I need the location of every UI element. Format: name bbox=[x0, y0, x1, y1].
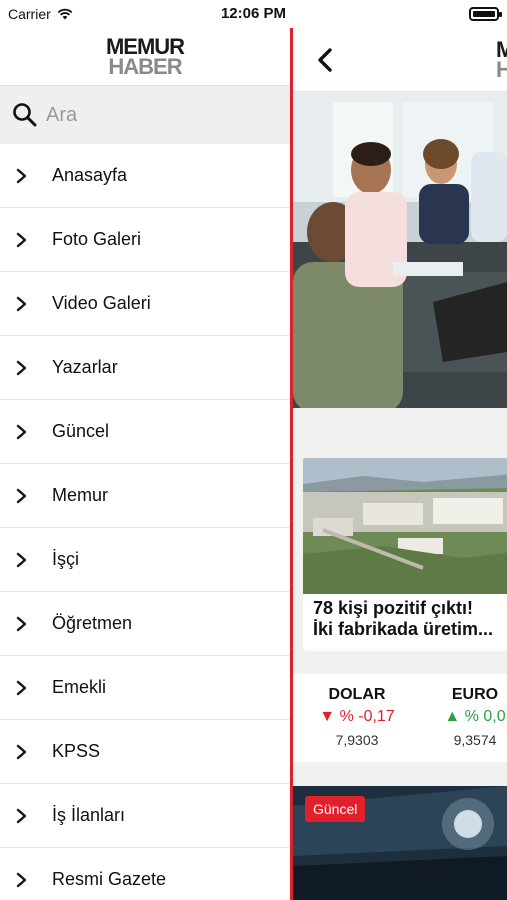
menu-item-yazarlar[interactable]: Yazarlar bbox=[0, 336, 290, 400]
search-bar bbox=[0, 86, 290, 144]
logo-line2: HABER bbox=[108, 53, 182, 79]
currency-name: DOLAR bbox=[328, 686, 386, 703]
menu-item-label: Video Galeri bbox=[52, 293, 151, 313]
memur-haber-logo[interactable]: MEMUR HABER bbox=[106, 35, 185, 79]
search-input[interactable] bbox=[46, 103, 266, 127]
headline-photo bbox=[293, 92, 507, 408]
chevron-right-icon bbox=[16, 360, 27, 375]
news-title-line1: 78 kişi pozitif çıktı! bbox=[313, 598, 474, 618]
main-logo[interactable]: MEMUR HABER bbox=[496, 39, 507, 82]
menu-item-label: Yazarlar bbox=[52, 357, 118, 377]
side-drawer: MEMUR HABER Anasayfa Foto Galeri Video G… bbox=[0, 28, 290, 900]
status-bar: Carrier 12:06 PM bbox=[0, 0, 507, 28]
currency-name: EURO bbox=[451, 686, 499, 703]
chevron-right-icon bbox=[16, 168, 27, 183]
search-icon bbox=[13, 103, 37, 127]
menu-item-label: Memur bbox=[52, 485, 109, 505]
main-content[interactable]: MEMUR HABER bbox=[293, 28, 507, 900]
menu-item-foto-galeri[interactable]: Foto Galeri bbox=[0, 208, 290, 272]
headline-slider[interactable] bbox=[293, 92, 507, 408]
menu-item-label: KPSS bbox=[52, 741, 101, 761]
chevron-right-icon bbox=[16, 616, 27, 631]
menu-item-memur[interactable]: Memur bbox=[0, 464, 290, 528]
currency-value: 7,9303 bbox=[335, 732, 379, 748]
menu-item-kpss[interactable]: KPSS bbox=[0, 720, 290, 784]
currency-value: 9,3574 bbox=[453, 732, 497, 748]
currency-euro: EURO ▲ % 0,0 9,3574 bbox=[415, 686, 507, 748]
currency-ticker[interactable]: DOLAR ▼ % -0,17 7,9303 EURO ▲ % 0,0 9,35… bbox=[293, 674, 507, 762]
menu-item-resmi-gazete[interactable]: Resmi Gazete bbox=[0, 848, 290, 900]
currency-change-up: ▲ % 0,0 bbox=[444, 708, 506, 725]
chevron-right-icon bbox=[16, 744, 27, 759]
drawer-edge-divider bbox=[290, 28, 293, 900]
chevron-right-icon bbox=[16, 296, 27, 311]
battery-icon bbox=[469, 7, 502, 21]
menu-item-emekli[interactable]: Emekli bbox=[0, 656, 290, 720]
chevron-right-icon bbox=[16, 424, 27, 439]
chevron-right-icon bbox=[16, 488, 27, 503]
menu-item-label: Emekli bbox=[52, 677, 107, 697]
news-card[interactable]: 78 kişi pozitif çıktı! İki fabrikada üre… bbox=[303, 458, 507, 651]
main-logo-line2: HABER bbox=[496, 56, 507, 82]
chevron-right-icon bbox=[16, 232, 27, 247]
chevron-right-icon bbox=[16, 552, 27, 567]
status-time: 12:06 PM bbox=[220, 5, 287, 22]
main-header: MEMUR HABER bbox=[293, 28, 507, 92]
menu-item-label: Güncel bbox=[52, 421, 110, 441]
chevron-right-icon bbox=[16, 680, 27, 695]
news-card-guncel[interactable]: Güncel bbox=[293, 786, 507, 900]
menu-item-video-galeri[interactable]: Video Galeri bbox=[0, 272, 290, 336]
chevron-right-icon bbox=[16, 808, 27, 823]
menu-item-label: İşçi bbox=[52, 549, 79, 569]
menu-item-anasayfa[interactable]: Anasayfa bbox=[0, 144, 290, 208]
currency-dolar: DOLAR ▼ % -0,17 7,9303 bbox=[297, 686, 417, 748]
drawer-header: MEMUR HABER bbox=[0, 28, 290, 86]
menu-item-label: Foto Galeri bbox=[52, 229, 142, 249]
menu-item-label: İş İlanları bbox=[52, 805, 126, 825]
news-title-line2: İki fabrikada üretim... bbox=[313, 619, 494, 639]
factory-aerial-photo bbox=[303, 458, 507, 594]
menu-item-label: Öğretmen bbox=[52, 613, 133, 633]
currency-change-down: ▼ % -0,17 bbox=[319, 708, 395, 725]
drawer-menu: Anasayfa Foto Galeri Video Galeri Yazarl… bbox=[0, 144, 290, 900]
menu-item-guncel[interactable]: Güncel bbox=[0, 400, 290, 464]
menu-item-label: Resmi Gazete bbox=[52, 869, 167, 889]
chevron-right-icon bbox=[16, 872, 27, 887]
menu-item-isci[interactable]: İşçi bbox=[0, 528, 290, 592]
menu-item-ogretmen[interactable]: Öğretmen bbox=[0, 592, 290, 656]
category-badge: Güncel bbox=[305, 796, 366, 822]
back-chevron-icon[interactable] bbox=[315, 46, 335, 74]
news-card-title: 78 kişi pozitif çıktı! İki fabrikada üre… bbox=[303, 594, 507, 644]
menu-item-is-ilanlari[interactable]: İş İlanları bbox=[0, 784, 290, 848]
news-card-image bbox=[303, 458, 507, 594]
menu-item-label: Anasayfa bbox=[52, 165, 128, 185]
